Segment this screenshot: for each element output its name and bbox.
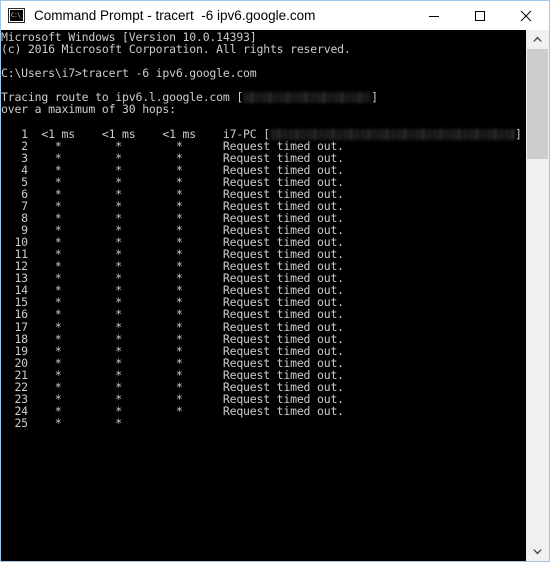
close-icon bbox=[520, 10, 532, 21]
title-bar[interactable]: C:\_ Command Prompt - tracert -6 ipv6.go… bbox=[1, 1, 549, 30]
command-prompt-window: C:\_ Command Prompt - tracert -6 ipv6.go… bbox=[0, 0, 550, 562]
minimize-icon bbox=[429, 15, 439, 17]
console-line-max-hops: over a maximum of 30 hops: bbox=[1, 102, 176, 117]
redacted-hop-address bbox=[269, 128, 515, 140]
scroll-up-arrow-icon bbox=[533, 36, 542, 42]
scroll-up-button[interactable] bbox=[526, 30, 549, 48]
console-client-area[interactable]: Microsoft Windows [Version 10.0.14393] (c… bbox=[1, 30, 549, 561]
scrollbar-thumb[interactable] bbox=[527, 49, 548, 159]
maximize-icon bbox=[475, 10, 485, 21]
scroll-down-button[interactable] bbox=[526, 543, 549, 561]
vertical-scrollbar[interactable] bbox=[525, 30, 549, 561]
window-title: Command Prompt - tracert -6 ipv6.google.… bbox=[34, 8, 316, 23]
command-prompt-icon-glyph: C:\_ bbox=[10, 10, 23, 21]
console-output[interactable]: Microsoft Windows [Version 10.0.14393] (c… bbox=[1, 30, 525, 561]
minimize-button[interactable] bbox=[411, 1, 457, 30]
close-button[interactable] bbox=[503, 1, 549, 30]
console-line-header-1: (c) 2016 Microsoft Corporation. All righ… bbox=[1, 42, 351, 57]
console-line-header-3: C:\Users\i7>tracert -6 ipv6.google.com bbox=[1, 66, 257, 81]
command-prompt-icon[interactable]: C:\_ bbox=[8, 8, 25, 23]
maximize-button[interactable] bbox=[457, 1, 503, 30]
redacted-target-address bbox=[243, 92, 372, 104]
scroll-down-arrow-icon bbox=[533, 549, 542, 555]
window-controls bbox=[411, 1, 549, 30]
console-line-hop: 25 * * bbox=[1, 416, 223, 430]
